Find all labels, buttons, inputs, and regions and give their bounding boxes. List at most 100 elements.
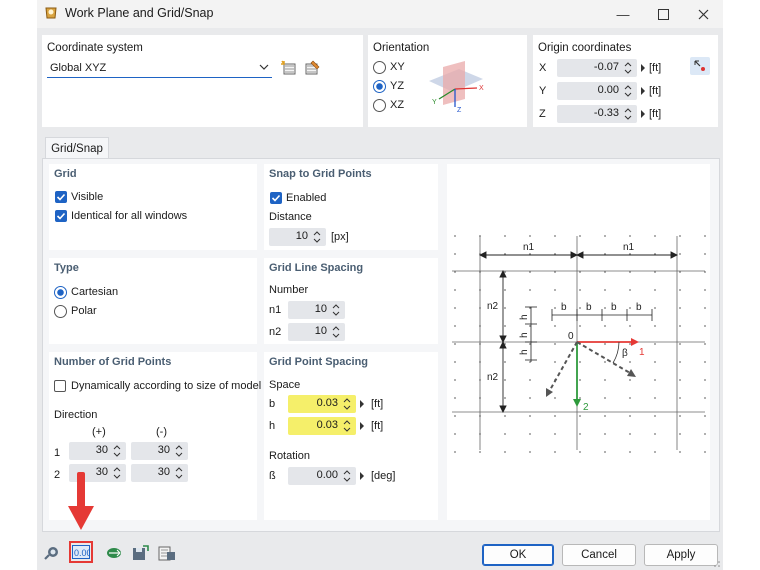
pick-origin-icon[interactable] [690, 57, 710, 75]
type-polar-label: Polar [71, 305, 97, 317]
cancel-button[interactable]: Cancel [562, 544, 636, 566]
direction-2-minus-value: 30 [157, 466, 170, 478]
origin-x-label: X [539, 62, 547, 74]
axis-1-label: 1 [639, 347, 645, 358]
b-label-2: b [586, 302, 592, 313]
grid-dot [504, 379, 506, 381]
grid-dot [629, 289, 631, 291]
spinner-icon[interactable] [331, 324, 341, 340]
ok-button[interactable]: OK [482, 544, 554, 566]
origin-label: 0 [568, 331, 574, 342]
grid-dot [654, 289, 656, 291]
direction-1-plus-input[interactable]: 30 [69, 442, 126, 460]
grid-dot [454, 415, 456, 417]
grid-dot [454, 343, 456, 345]
coordinate-system-select[interactable]: Global XYZ [47, 59, 272, 78]
spinner-icon[interactable] [112, 465, 122, 481]
grid-dot [504, 415, 506, 417]
orientation-xy-radio[interactable] [373, 61, 386, 74]
origin-x-input[interactable]: -0.07 [557, 59, 637, 77]
apply-button[interactable]: Apply [644, 544, 718, 566]
direction-2-minus-input[interactable]: 30 [131, 464, 188, 482]
spinner-icon[interactable] [342, 418, 352, 434]
units-icon[interactable] [104, 544, 124, 562]
spinner-icon[interactable] [623, 60, 633, 76]
grid-dot [554, 325, 556, 327]
type-cartesian-radio[interactable] [54, 286, 67, 299]
expand-right-icon[interactable] [359, 421, 365, 431]
tab-grid-snap[interactable]: Grid/Snap [45, 137, 109, 160]
grid-dot [479, 451, 481, 453]
decimal-places-button[interactable]: 0.00 [69, 541, 93, 563]
expand-right-icon[interactable] [640, 109, 646, 119]
spinner-icon[interactable] [312, 229, 322, 245]
beta-input[interactable]: 0.00 [288, 467, 356, 485]
h-input[interactable]: 0.03 [288, 417, 356, 435]
grid-identical-checkbox[interactable] [55, 210, 67, 222]
grid-dot [679, 361, 681, 363]
origin-y-unit: [ft] [649, 85, 662, 97]
n2-input[interactable]: 10 [288, 323, 345, 341]
spinner-icon[interactable] [623, 106, 633, 122]
minimize-icon[interactable]: — [603, 0, 643, 28]
direction-2-label: 2 [54, 469, 61, 481]
orientation-xz-label: XZ [390, 99, 405, 111]
spinner-icon[interactable] [174, 465, 184, 481]
b-input[interactable]: 0.03 [288, 395, 356, 413]
snap-enabled-checkbox[interactable] [270, 192, 282, 204]
spinner-icon[interactable] [623, 83, 633, 99]
grid-dot [504, 361, 506, 363]
h-label-1: h [519, 314, 530, 320]
coordinate-system-panel: Coordinate system Global XYZ [42, 35, 363, 127]
grid-dot [579, 397, 581, 399]
grid-dot [604, 361, 606, 363]
axis-z-label: Z [457, 107, 462, 114]
spinner-icon[interactable] [342, 468, 352, 484]
maximize-icon[interactable] [643, 0, 683, 28]
grid-dot [654, 235, 656, 237]
grid-dot [679, 289, 681, 291]
grid-dot [629, 397, 631, 399]
edit-coordinate-system-icon[interactable] [302, 59, 322, 77]
type-polar-radio[interactable] [54, 305, 67, 318]
expand-right-icon[interactable] [359, 399, 365, 409]
expand-right-icon[interactable] [359, 471, 365, 481]
direction-1-minus-input[interactable]: 30 [131, 442, 188, 460]
snap-distance-unit: [px] [331, 231, 349, 243]
spinner-icon[interactable] [112, 443, 122, 459]
grid-dot [704, 379, 706, 381]
dynamic-checkbox[interactable] [54, 380, 66, 392]
check-icon [56, 212, 66, 220]
expand-right-icon[interactable] [640, 63, 646, 73]
load-settings-icon[interactable] [157, 544, 177, 562]
grid-dot [554, 343, 556, 345]
check-icon [56, 193, 66, 201]
orientation-yz-radio[interactable] [373, 80, 386, 93]
grid-dot [679, 397, 681, 399]
expand-right-icon[interactable] [640, 86, 646, 96]
axis-2-arrowhead [573, 399, 581, 407]
spinner-icon[interactable] [331, 302, 341, 318]
grid-dot [629, 343, 631, 345]
snap-distance-input[interactable]: 10 [269, 228, 326, 246]
origin-z-input[interactable]: -0.33 [557, 105, 637, 123]
search-icon[interactable] [42, 544, 62, 562]
grid-dot [704, 343, 706, 345]
spinner-icon[interactable] [342, 396, 352, 412]
grid-dot [454, 433, 456, 435]
new-coordinate-system-icon[interactable] [279, 59, 299, 77]
orientation-xz-radio[interactable] [373, 99, 386, 112]
grid-dot [604, 235, 606, 237]
resize-grip-icon[interactable] [713, 560, 721, 568]
n1-input[interactable]: 10 [288, 301, 345, 319]
origin-y-input[interactable]: 0.00 [557, 82, 637, 100]
grid-dot [454, 253, 456, 255]
grid-visible-checkbox[interactable] [55, 191, 67, 203]
grid-dot [529, 415, 531, 417]
grid-dot [604, 433, 606, 435]
direction-1-label: 1 [54, 447, 61, 459]
spinner-icon[interactable] [174, 443, 184, 459]
close-icon[interactable] [683, 0, 723, 28]
dialog-window: Work Plane and Grid/Snap — Coordinate sy… [37, 0, 723, 570]
save-settings-icon[interactable] [130, 544, 150, 562]
